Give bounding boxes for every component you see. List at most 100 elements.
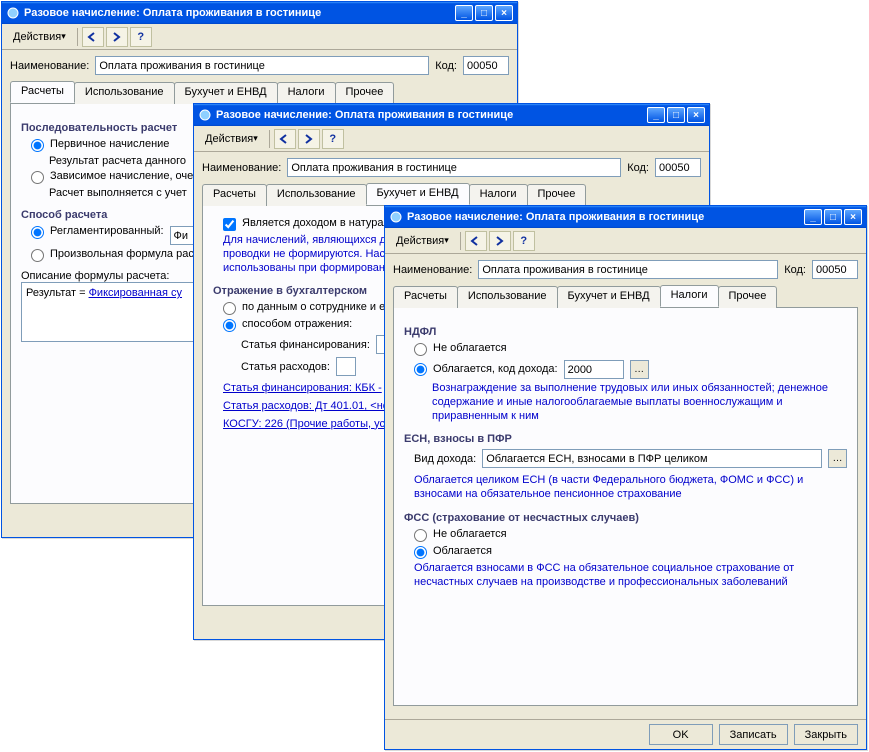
name-input[interactable] [478, 260, 778, 279]
tab-ispolzovanie[interactable]: Использование [457, 286, 558, 308]
close-button[interactable]: × [495, 5, 513, 21]
reglament-radio[interactable] [31, 226, 44, 239]
toolbar-separator [77, 28, 78, 46]
ndfl-not-radio[interactable] [414, 343, 427, 356]
income-type-label: Вид дохода: [414, 453, 476, 465]
by-employee-label: по данным о сотруднике и ег [242, 301, 389, 313]
ok-button[interactable]: OK [649, 724, 713, 745]
by-employee-radio[interactable] [223, 302, 236, 315]
titlebar[interactable]: Разовое начисление: Оплата проживания в … [385, 206, 866, 228]
app-icon [389, 210, 403, 224]
toolbar: Действия ? [2, 24, 517, 50]
fin-link[interactable]: Статья финансирования: КБК - [223, 382, 382, 394]
exp-input[interactable] [336, 357, 356, 376]
tabs: Расчеты Использование Бухучет и ЕНВД Нал… [10, 81, 509, 104]
titlebar[interactable]: Разовое начисление: Оплата проживания в … [2, 2, 517, 24]
primary-label: Первичное начисление [50, 138, 169, 150]
minimize-button[interactable]: _ [804, 209, 822, 225]
help-icon[interactable]: ? [130, 27, 152, 47]
code-label: Код: [435, 60, 457, 72]
custom-label: Произвольная формула рас [50, 248, 194, 260]
close-button[interactable]: × [844, 209, 862, 225]
ndfl-yes-label: Облагается, код дохода: [433, 363, 558, 375]
ndfl-code-select-button[interactable]: … [630, 360, 649, 379]
esn-title: ЕСН, взносы в ПФР [404, 433, 847, 445]
app-icon [6, 6, 20, 20]
reglament-label: Регламентированный: [50, 225, 164, 237]
esn-hint: Облагается целиком ЕСН (в части Федераль… [414, 474, 847, 502]
tab-ispolzovanie[interactable]: Использование [266, 184, 367, 206]
maximize-button[interactable]: □ [824, 209, 842, 225]
minimize-button[interactable]: _ [455, 5, 473, 21]
fss-not-radio[interactable] [414, 529, 427, 542]
prev-icon[interactable] [465, 231, 487, 251]
formula-prefix: Результат = [26, 287, 89, 299]
tab-raschety[interactable]: Расчеты [10, 81, 75, 103]
tab-prochee[interactable]: Прочее [335, 82, 395, 104]
close-button[interactable]: Закрыть [794, 724, 858, 745]
tabs: Расчеты Использование Бухучет и ЕНВД Нал… [202, 183, 701, 206]
actions-menu[interactable]: Действия [198, 129, 265, 149]
name-input[interactable] [287, 158, 621, 177]
primary-radio[interactable] [31, 139, 44, 152]
name-label: Наименование: [393, 264, 472, 276]
tab-prochee[interactable]: Прочее [718, 286, 778, 308]
actions-menu[interactable]: Действия [389, 231, 456, 251]
app-icon [198, 108, 212, 122]
reglament-value[interactable] [170, 226, 194, 245]
prev-icon[interactable] [274, 129, 296, 149]
code-label: Код: [784, 264, 806, 276]
next-icon[interactable] [489, 231, 511, 251]
maximize-button[interactable]: □ [667, 107, 685, 123]
save-button[interactable]: Записать [719, 724, 788, 745]
code-input[interactable] [463, 56, 509, 75]
name-input[interactable] [95, 56, 429, 75]
dependent-label: Зависимое начисление, оче [50, 170, 193, 182]
fss-yes-radio[interactable] [414, 546, 427, 559]
exp-label: Статья расходов: [241, 361, 330, 373]
next-icon[interactable] [298, 129, 320, 149]
tab-nalogi[interactable]: Налоги [277, 82, 336, 104]
tab-nalogi[interactable]: Налоги [660, 285, 719, 307]
tab-raschety[interactable]: Расчеты [393, 286, 458, 308]
tab-nalogi[interactable]: Налоги [469, 184, 528, 206]
toolbar: Действия ? [385, 228, 866, 254]
kosgu-link[interactable]: КОСГУ: 226 (Прочие работы, усл [223, 418, 391, 430]
tab-raschety[interactable]: Расчеты [202, 184, 267, 206]
tab-buhuchet[interactable]: Бухучет и ЕНВД [557, 286, 661, 308]
formula-link[interactable]: Фиксированная су [89, 287, 182, 299]
prev-icon[interactable] [82, 27, 104, 47]
tab-prochee[interactable]: Прочее [527, 184, 587, 206]
by-method-radio[interactable] [223, 319, 236, 332]
help-icon[interactable]: ? [322, 129, 344, 149]
tabs: Расчеты Использование Бухучет и ЕНВД Нал… [393, 285, 858, 308]
code-input[interactable] [812, 260, 858, 279]
window-title: Разовое начисление: Оплата проживания в … [216, 109, 647, 121]
tab-content-nalogi: НДФЛ Не облагается Облагается, код доход… [393, 308, 858, 706]
tab-buhuchet[interactable]: Бухучет и ЕНВД [174, 82, 278, 104]
exp-link[interactable]: Статья расходов: Дт 401.01, <не [223, 400, 389, 412]
is-income-label: Является доходом в натураль [242, 217, 396, 229]
tab-ispolzovanie[interactable]: Использование [74, 82, 175, 104]
close-button[interactable]: × [687, 107, 705, 123]
footer: OK Записать Закрыть [385, 719, 866, 749]
fss-yes-label: Облагается [433, 545, 492, 557]
name-label: Наименование: [10, 60, 89, 72]
minimize-button[interactable]: _ [647, 107, 665, 123]
income-type-select-button[interactable]: … [828, 449, 847, 468]
maximize-button[interactable]: □ [475, 5, 493, 21]
income-type-input[interactable] [482, 449, 822, 468]
titlebar[interactable]: Разовое начисление: Оплата проживания в … [194, 104, 709, 126]
help-icon[interactable]: ? [513, 231, 535, 251]
tab-buhuchet[interactable]: Бухучет и ЕНВД [366, 183, 470, 205]
code-input[interactable] [655, 158, 701, 177]
dependent-radio[interactable] [31, 171, 44, 184]
toolbar-separator [269, 130, 270, 148]
window-title: Разовое начисление: Оплата проживания в … [24, 7, 455, 19]
next-icon[interactable] [106, 27, 128, 47]
is-income-checkbox[interactable] [223, 218, 236, 231]
actions-menu[interactable]: Действия [6, 27, 73, 47]
ndfl-code-input[interactable] [564, 360, 624, 379]
custom-radio[interactable] [31, 249, 44, 262]
ndfl-yes-radio[interactable] [414, 363, 427, 376]
